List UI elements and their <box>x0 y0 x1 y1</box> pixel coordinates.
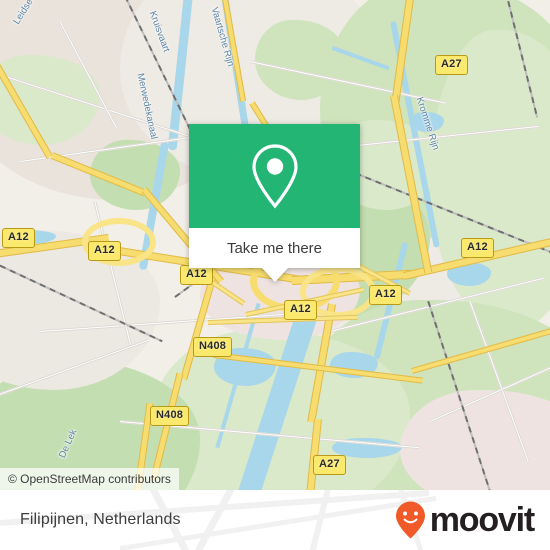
road-shield: A12 <box>180 265 213 285</box>
popup-action-bar[interactable]: Take me there <box>189 228 360 282</box>
road-shield: A27 <box>313 455 346 475</box>
location-pin-icon <box>251 144 298 209</box>
road-shield: A12 <box>88 241 121 261</box>
map-canvas[interactable]: Leidse Rijn Kruisvaart Merwedekanaal Vaarts… <box>0 0 550 490</box>
osm-attribution[interactable]: © OpenStreetMap contributors <box>0 468 179 490</box>
road-shield: A12 <box>461 238 494 258</box>
moovit-smiley-pin-icon <box>395 501 425 539</box>
road-shield: N408 <box>150 406 190 426</box>
map-popup[interactable]: Take me there <box>189 124 360 282</box>
popup-header <box>189 124 360 228</box>
watermark-line <box>177 490 236 550</box>
take-me-there-label: Take me there <box>226 239 323 257</box>
road-shield: A12 <box>2 228 35 248</box>
page-title: Filipijnen, Netherlands <box>20 511 181 528</box>
popup-pointer <box>261 268 288 282</box>
moovit-wordmark: moovit <box>429 501 535 539</box>
road-shield: A27 <box>435 55 468 75</box>
road-shield: A12 <box>284 300 317 320</box>
footer-bar: Filipijnen, Netherlands moovit <box>0 490 550 550</box>
road-shield: N408 <box>193 337 233 357</box>
screenshot-root: Leidse Rijn Kruisvaart Merwedekanaal Vaarts… <box>0 0 550 550</box>
osm-attribution-text: © OpenStreetMap contributors <box>8 472 171 486</box>
moovit-logo[interactable]: moovit <box>394 500 535 540</box>
road-shield: A12 <box>369 285 402 305</box>
